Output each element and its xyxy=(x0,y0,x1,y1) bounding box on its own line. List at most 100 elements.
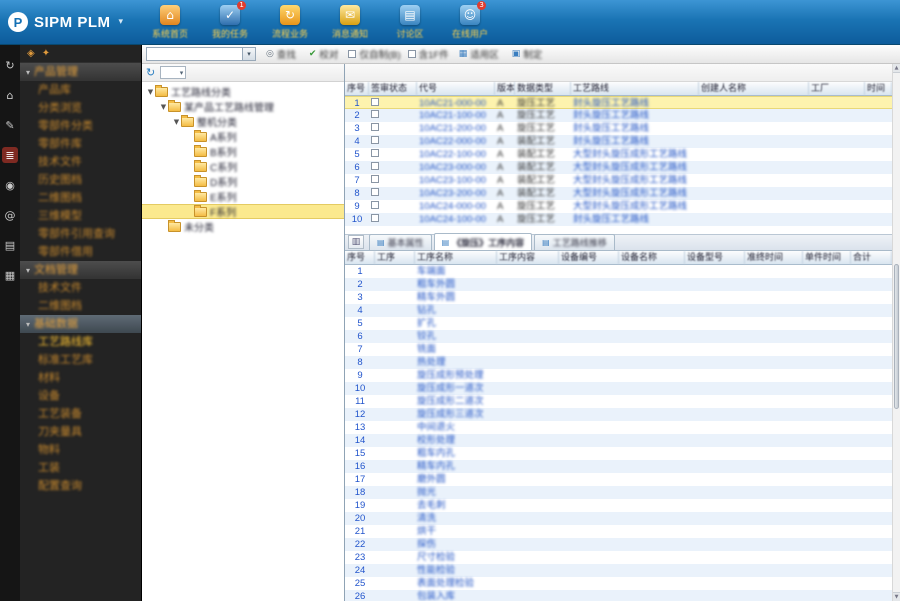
sidebar-item-工艺装备[interactable]: 工艺装备 xyxy=(20,405,141,423)
part-code-link[interactable]: 10AC24-100-00 xyxy=(417,213,495,226)
op-name-link[interactable]: 抛光 xyxy=(415,486,497,499)
op-name-link[interactable]: 校形处理 xyxy=(415,434,497,447)
database-icon[interactable]: ≣ xyxy=(2,147,18,163)
route-link[interactable]: 大型封头旋压成形工艺路线 xyxy=(571,161,699,174)
part-code-link[interactable]: 10AC22-000-00 xyxy=(417,135,495,148)
op-name-link[interactable]: 探伤 xyxy=(415,538,497,551)
sidebar-item-零部件分类[interactable]: 零部件分类 xyxy=(20,117,141,135)
tree-node-A系列[interactable]: A系列 xyxy=(142,129,344,144)
toolbar-button-制定[interactable]: ▣ 制定 xyxy=(509,46,546,62)
op-name-link[interactable]: 旋压成形预处理 xyxy=(415,369,497,382)
sidebar-item-技术文件[interactable]: 技术文件 xyxy=(20,153,141,171)
op-row[interactable]: 22 探伤 xyxy=(345,538,892,551)
sidebar-item-基础数据[interactable]: ▾ 基础数据 xyxy=(20,315,141,333)
op-row[interactable]: 16 精车内孔 xyxy=(345,460,892,473)
scroll-down-button[interactable]: ▼ xyxy=(893,592,900,601)
tree-node-B系列[interactable]: B系列 xyxy=(142,144,344,159)
column-header-准终时间[interactable]: 准终时间 xyxy=(745,251,803,264)
op-name-link[interactable]: 铰孔 xyxy=(415,330,497,343)
op-name-link[interactable]: 旋压成形一道次 xyxy=(415,382,497,395)
column-header-工艺路线[interactable]: 工艺路线 xyxy=(571,82,699,95)
route-link[interactable]: 大型封头旋压成形工艺路线 xyxy=(571,174,699,187)
edit-icon[interactable]: ✎ xyxy=(2,117,18,133)
tree-node-E系列[interactable]: E系列 xyxy=(142,189,344,204)
tree-node-某产品工艺路线管理[interactable]: ▼ 某产品工艺路线管理 xyxy=(142,99,344,114)
route-link[interactable]: 封头旋压工艺路线 xyxy=(571,109,699,122)
sidebar-item-工艺路线库[interactable]: 工艺路线库 xyxy=(20,333,141,351)
vertical-scrollbar[interactable]: ▲ ▼ xyxy=(892,64,900,601)
part-code-link[interactable]: 10AC23-000-00 xyxy=(417,161,495,174)
sidebar-item-材料[interactable]: 材料 xyxy=(20,369,141,387)
row-checkbox[interactable] xyxy=(371,123,379,131)
op-row[interactable]: 1 车端面 xyxy=(345,265,892,278)
op-row[interactable]: 21 烘干 xyxy=(345,525,892,538)
sidebar-item-零部件引用查询[interactable]: 零部件引用查询 xyxy=(20,225,141,243)
op-name-link[interactable]: 旋压成形三道次 xyxy=(415,408,497,421)
route-link[interactable]: 大型封头旋压成形工艺路线 xyxy=(571,200,699,213)
filter-combo[interactable]: ▾ xyxy=(146,47,256,61)
op-row[interactable]: 7 铣面 xyxy=(345,343,892,356)
tree-node-整机分类[interactable]: ▼ 整机分类 xyxy=(142,114,344,129)
checkbox[interactable] xyxy=(348,50,357,58)
route-link[interactable]: 封头旋压工艺路线 xyxy=(571,135,699,148)
sidebar-item-历史图档[interactable]: 历史图档 xyxy=(20,171,141,189)
op-name-link[interactable]: 车端面 xyxy=(415,265,497,278)
scroll-up-button[interactable]: ▲ xyxy=(893,64,900,73)
part-code-link[interactable]: 10AC22-100-00 xyxy=(417,148,495,161)
nav-item-users[interactable]: ☺ 3 在线用户 xyxy=(447,0,493,40)
part-code-link[interactable]: 10AC23-200-00 xyxy=(417,187,495,200)
mention-icon[interactable]: @ xyxy=(2,207,18,223)
column-header-设备编号[interactable]: 设备编号 xyxy=(559,251,619,264)
op-row[interactable]: 14 校形处理 xyxy=(345,434,892,447)
tree-node-未分类[interactable]: 未分类 xyxy=(142,219,344,234)
op-name-link[interactable]: 粗车外圆 xyxy=(415,278,497,291)
sidebar-item-产品管理[interactable]: ▾ 产品管理 xyxy=(20,63,141,81)
sync-icon[interactable]: ↻ xyxy=(2,57,18,73)
sidebar-item-工装[interactable]: 工装 xyxy=(20,459,141,477)
route-link[interactable]: 封头旋压工艺路线 xyxy=(571,213,699,226)
op-row[interactable]: 3 精车外圆 xyxy=(345,291,892,304)
route-row[interactable]: 9 10AC24-000-00 A 旋压工艺 大型封头旋压成形工艺路线 xyxy=(345,200,892,213)
sidebar-item-产品库[interactable]: 产品库 xyxy=(20,81,141,99)
sidebar-item-标准工艺库[interactable]: 标准工艺库 xyxy=(20,351,141,369)
logo-caret-icon[interactable]: ▾ xyxy=(119,17,124,27)
nav-item-mail[interactable]: ✉ 消息通知 xyxy=(327,4,373,40)
sidebar-search-icon[interactable]: ◈ xyxy=(27,48,35,59)
sidebar-item-分类浏览[interactable]: 分类浏览 xyxy=(20,99,141,117)
op-row[interactable]: 26 包装入库 xyxy=(345,590,892,601)
route-link[interactable]: 封头旋压工艺路线 xyxy=(571,97,699,108)
route-row[interactable]: 2 10AC21-100-00 A 旋压工艺 封头旋压工艺路线 xyxy=(345,109,892,122)
combo-caret-icon[interactable]: ▾ xyxy=(242,48,255,60)
tree-dropdown[interactable]: ▾ xyxy=(160,66,187,79)
globe-icon[interactable]: ◉ xyxy=(2,177,18,193)
op-row[interactable]: 18 抛光 xyxy=(345,486,892,499)
column-header-创建人名称[interactable]: 创建人名称 xyxy=(699,82,809,95)
op-name-link[interactable]: 粗车内孔 xyxy=(415,447,497,460)
route-link[interactable]: 大型封头旋压成形工艺路线 xyxy=(571,148,699,161)
op-row[interactable]: 10 旋压成形一道次 xyxy=(345,382,892,395)
expander-icon[interactable]: ▼ xyxy=(159,103,168,111)
sidebar-item-技术文件[interactable]: 技术文件 xyxy=(20,279,141,297)
op-row[interactable]: 11 旋压成形二道次 xyxy=(345,395,892,408)
toolbar-button-适用区[interactable]: ▦ 适用区 xyxy=(456,46,502,62)
op-name-link[interactable]: 钻孔 xyxy=(415,304,497,317)
op-row[interactable]: 9 旋压成形预处理 xyxy=(345,369,892,382)
row-checkbox[interactable] xyxy=(371,201,379,209)
route-link[interactable]: 封头旋压工艺路线 xyxy=(571,122,699,135)
column-header-工序名称[interactable]: 工序名称 xyxy=(415,251,497,264)
sidebar-pin-icon[interactable]: ✦ xyxy=(42,48,50,59)
tab-基本属性[interactable]: ▤ 基本属性 xyxy=(369,234,432,250)
column-header-设备型号[interactable]: 设备型号 xyxy=(685,251,745,264)
row-checkbox[interactable] xyxy=(371,149,379,157)
route-link[interactable]: 大型封头旋压成形工艺路线 xyxy=(571,187,699,200)
route-row[interactable]: 5 10AC22-100-00 A 装配工艺 大型封头旋压成形工艺路线 xyxy=(345,148,892,161)
tab-《旋压》工序内容[interactable]: ▤ 《旋压》工序内容 xyxy=(433,233,533,250)
op-row[interactable]: 12 旋压成形三道次 xyxy=(345,408,892,421)
home-icon[interactable]: ⌂ xyxy=(2,87,18,103)
scrollbar-thumb[interactable] xyxy=(894,264,899,409)
tree-node-F系列[interactable]: F系列 xyxy=(142,204,344,219)
op-name-link[interactable]: 旋压成形二道次 xyxy=(415,395,497,408)
op-row[interactable]: 19 去毛刺 xyxy=(345,499,892,512)
column-header-版本[interactable]: 版本 xyxy=(495,82,515,95)
column-header-时间[interactable]: 时间 xyxy=(865,82,892,95)
